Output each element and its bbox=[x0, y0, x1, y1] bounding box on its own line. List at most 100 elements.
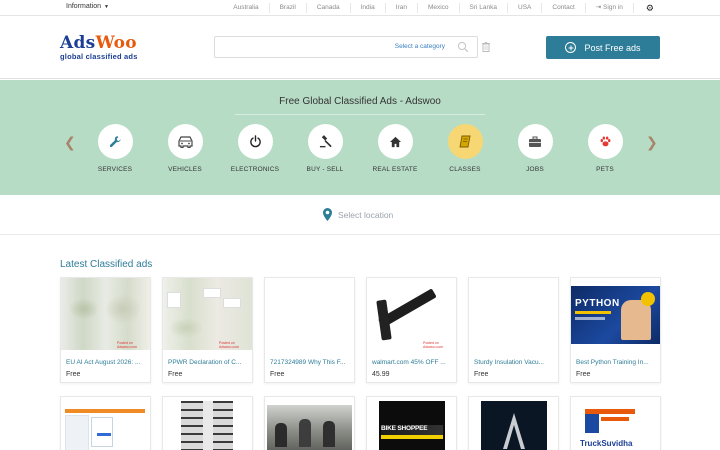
category-electronics[interactable]: ELECTRONICS bbox=[220, 124, 290, 173]
briefcase-icon bbox=[529, 136, 541, 147]
country-link-brazil[interactable]: Brazil bbox=[268, 3, 306, 13]
site-header: AdsWoo global classified ads Select a ca… bbox=[0, 16, 720, 79]
sign-in-link[interactable]: ⇥ Sign in bbox=[584, 3, 633, 13]
ad-thumbnail bbox=[469, 397, 558, 450]
category-label: PETS bbox=[596, 166, 614, 173]
search-icon[interactable] bbox=[457, 41, 469, 53]
category-select[interactable]: Select a category bbox=[395, 43, 445, 50]
ad-thumbnail: TruckSuvidha bbox=[571, 397, 660, 450]
category-label: VEHICLES bbox=[168, 166, 202, 173]
ad-price: Free bbox=[168, 371, 183, 378]
ad-title: EU AI Act August 2026: ... bbox=[66, 359, 141, 366]
ad-card[interactable] bbox=[60, 396, 151, 450]
car-icon bbox=[177, 135, 193, 148]
ad-card[interactable]: Posted on Adswoo.com PPWR Declaration of… bbox=[162, 277, 253, 383]
location-label: Select location bbox=[338, 209, 394, 220]
search-input[interactable] bbox=[221, 41, 381, 54]
ad-thumbnail: BIKE SHOPPEE bbox=[367, 397, 456, 450]
category-label: CLASSES bbox=[449, 166, 481, 173]
select-location-button[interactable]: Select location bbox=[323, 208, 393, 221]
category-pets[interactable]: PETS bbox=[570, 124, 640, 173]
ad-card[interactable]: TruckSuvidha bbox=[570, 396, 661, 450]
category-classes[interactable]: CLASSES bbox=[430, 124, 500, 173]
ad-card[interactable] bbox=[162, 396, 253, 450]
ad-card[interactable]: Posted on Adswoo.com walmart.com 45% OFF… bbox=[366, 277, 457, 383]
ad-thumbnail bbox=[469, 278, 558, 350]
latest-ads-title: Latest Classified ads bbox=[60, 259, 153, 270]
country-link-sri-lanka[interactable]: Sri Lanka bbox=[458, 3, 507, 13]
ad-card[interactable]: PYTHON Best Python Training In... Free bbox=[570, 277, 661, 383]
paw-icon bbox=[600, 136, 610, 147]
ad-thumbnail: Posted on Adswoo.com bbox=[163, 278, 252, 350]
category-services[interactable]: SERVICES bbox=[80, 124, 150, 173]
ad-thumbnail: Posted on Adswoo.com bbox=[367, 278, 456, 350]
country-link-iran[interactable]: Iran bbox=[384, 3, 417, 13]
post-button-label: Post Free ads bbox=[584, 42, 641, 53]
post-free-ads-button[interactable]: Post Free ads bbox=[546, 36, 660, 59]
category-label: SERVICES bbox=[97, 166, 133, 173]
thumb-caption: PYTHON bbox=[575, 298, 620, 309]
ad-thumbnail: PYTHON bbox=[571, 278, 660, 350]
country-link-canada[interactable]: Canada bbox=[305, 3, 350, 13]
thumb-caption: Posted on Adswoo.com bbox=[423, 341, 444, 349]
ad-card[interactable]: Sturdy Insulation Vacu... Free bbox=[468, 277, 559, 383]
chevron-right-icon[interactable]: ❯ bbox=[646, 134, 658, 151]
category-buy-sell[interactable]: BUY - SELL bbox=[290, 124, 360, 173]
category-vehicles[interactable]: VEHICLES bbox=[150, 124, 220, 173]
ad-title: PPWR Declaration of C... bbox=[168, 359, 242, 366]
category-label: JOBS bbox=[526, 166, 544, 173]
category-label: REAL ESTATE bbox=[372, 166, 418, 173]
ad-thumbnail bbox=[265, 278, 354, 350]
ad-price: Free bbox=[576, 371, 591, 378]
top-links: Australia Brazil Canada India Iran Mexic… bbox=[223, 0, 654, 16]
information-label: Information bbox=[66, 3, 102, 10]
chevron-left-icon[interactable]: ❮ bbox=[64, 134, 76, 151]
ad-thumbnail bbox=[61, 397, 150, 450]
ad-title: Sturdy Insulation Vacu... bbox=[474, 359, 544, 366]
sign-in-icon: ⇥ bbox=[595, 4, 602, 11]
home-icon bbox=[389, 136, 401, 147]
ad-title: Best Python Training In... bbox=[576, 359, 649, 366]
logo-tagline: global classified ads bbox=[60, 52, 138, 61]
trash-icon[interactable] bbox=[482, 42, 490, 52]
logo-text-ads: Ads bbox=[60, 33, 96, 53]
category-label: ELECTRONICS bbox=[230, 166, 280, 173]
caret-down-icon: ▼ bbox=[104, 4, 109, 10]
ad-card[interactable] bbox=[468, 396, 559, 450]
hero-divider bbox=[235, 114, 485, 115]
thumb-caption: TruckSuvidha bbox=[580, 439, 633, 448]
search-bar: Select a category bbox=[214, 36, 478, 58]
ad-price: Free bbox=[474, 371, 489, 378]
map-marker-icon bbox=[323, 208, 332, 221]
logo-text-woo: Woo bbox=[95, 33, 137, 53]
contact-link[interactable]: Contact bbox=[541, 3, 584, 13]
country-link-usa[interactable]: USA bbox=[507, 3, 541, 13]
gear-icon[interactable]: ⚙ bbox=[632, 3, 654, 13]
plus-circle-icon bbox=[565, 42, 577, 53]
ad-card[interactable]: BIKE SHOPPEE bbox=[366, 396, 457, 450]
ad-price: 45.99 bbox=[372, 371, 390, 378]
category-hero: Free Global Classified Ads - Adswoo ❮ ❯ … bbox=[0, 80, 720, 195]
wrench-icon bbox=[109, 136, 121, 148]
thumb-caption: Posted on Adswoo.com bbox=[219, 341, 240, 349]
ad-card[interactable] bbox=[264, 396, 355, 450]
thumb-caption: Posted on Adswoo.com bbox=[117, 341, 138, 349]
ad-card[interactable]: 7217324989 Why This F... Free bbox=[264, 277, 355, 383]
hero-title: Free Global Classified Ads - Adswoo bbox=[279, 96, 441, 107]
ad-thumbnail bbox=[163, 397, 252, 450]
ad-card[interactable]: Posted on Adswoo.com EU AI Act August 20… bbox=[60, 277, 151, 383]
ad-price: Free bbox=[270, 371, 285, 378]
category-label: BUY - SELL bbox=[306, 166, 344, 173]
ad-title: 7217324989 Why This F... bbox=[270, 359, 346, 366]
site-logo[interactable]: AdsWoo global classified ads bbox=[60, 33, 138, 62]
category-jobs[interactable]: JOBS bbox=[500, 124, 570, 173]
book-icon bbox=[459, 135, 471, 148]
category-real-estate[interactable]: REAL ESTATE bbox=[360, 124, 430, 173]
ad-price: Free bbox=[66, 371, 81, 378]
country-link-india[interactable]: India bbox=[349, 3, 385, 13]
information-dropdown[interactable]: Information ▼ bbox=[66, 3, 109, 10]
country-link-australia[interactable]: Australia bbox=[223, 3, 268, 13]
country-link-mexico[interactable]: Mexico bbox=[416, 3, 459, 13]
power-icon bbox=[249, 135, 261, 148]
top-bar: Information ▼ Australia Brazil Canada Ind… bbox=[0, 0, 720, 16]
